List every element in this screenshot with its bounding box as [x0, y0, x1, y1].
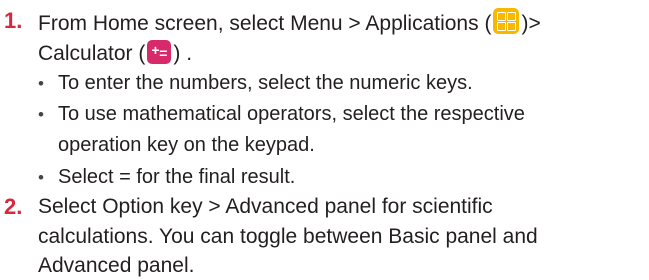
bullet-3-text: Select = for the final result. — [58, 166, 296, 188]
bullet-dot: • — [38, 168, 44, 187]
step-2-line-3: Advanced panel. — [38, 254, 195, 277]
bullet-dot: • — [38, 74, 44, 93]
bullet-dot: • — [38, 105, 44, 124]
step-1-text-c: Calculator ( — [38, 42, 146, 65]
step-2-line-1: Select Option key > Advanced panel for s… — [38, 195, 493, 218]
calculator-icon: + = — [147, 40, 172, 64]
step-1-line-1: From Home screen, select Menu > Applicat… — [38, 8, 541, 37]
step-1-text-d: ) . — [173, 42, 193, 65]
applications-grid-icon — [493, 8, 520, 34]
bullet-2-text: To use mathematical operators, select th… — [58, 103, 525, 125]
step-1-line-2: Calculator (+ =) . — [38, 40, 192, 67]
step-2-line-2: calculations. You can toggle between Bas… — [38, 225, 538, 248]
bullet-1-text: To enter the numbers, select the numeric… — [58, 72, 473, 94]
step-1-text-b: )> — [521, 12, 541, 35]
step-1-text-a: From Home screen, select Menu > Applicat… — [38, 12, 492, 35]
step-2-number: 2. — [4, 194, 23, 219]
bullet-2-text-cont: operation key on the keypad. — [58, 134, 315, 156]
step-1-number: 1. — [4, 8, 23, 33]
